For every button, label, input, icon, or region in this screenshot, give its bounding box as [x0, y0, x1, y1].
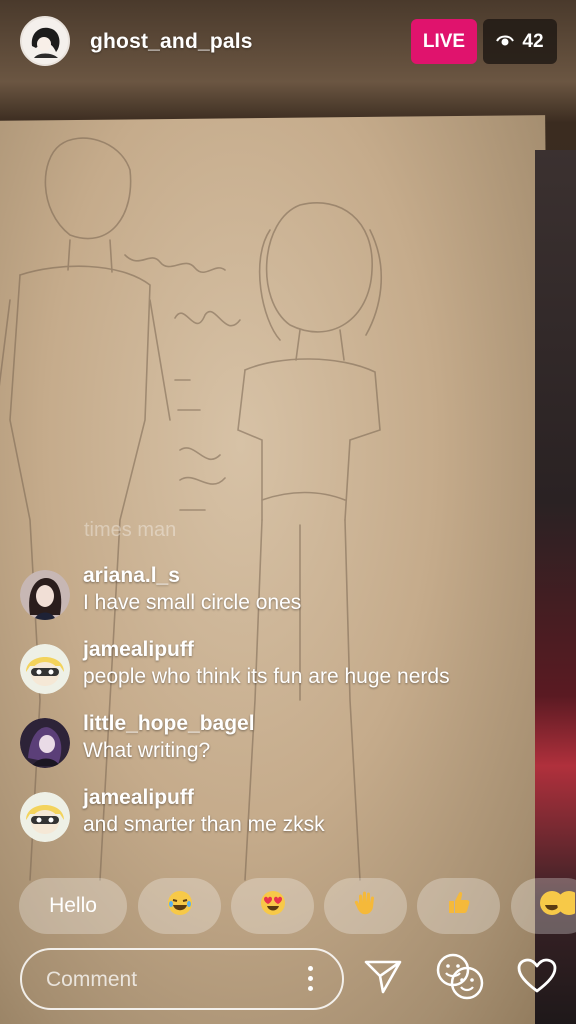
pencil-sketch-drawing	[0, 137, 382, 881]
comment-text: What writing?	[83, 739, 211, 762]
laughing-tears-emoji-icon	[539, 890, 576, 922]
comment-text: I have small circle ones	[83, 591, 302, 614]
laughing-tears-emoji-button[interactable]	[138, 878, 221, 934]
send-button[interactable]	[357, 952, 409, 1004]
send-icon	[363, 956, 403, 1001]
eye-icon	[496, 31, 515, 53]
commenter-avatar[interactable]	[20, 644, 70, 694]
like-button[interactable]	[511, 952, 563, 1004]
heart-icon	[517, 958, 557, 999]
thumbs-up-emoji-button[interactable]	[417, 878, 500, 934]
live-header: ghost_and_pals LIVE 42	[0, 0, 576, 88]
commenter-avatar[interactable]	[20, 718, 70, 768]
laughing-tears-emoji-button[interactable]	[511, 878, 576, 934]
laughing-tears-emoji-icon	[167, 890, 193, 922]
host-username[interactable]: ghost_and_pals	[90, 30, 253, 54]
face-filter-button[interactable]	[434, 952, 486, 1004]
waving-hand-emoji-icon	[353, 890, 379, 922]
comment-input[interactable]	[44, 964, 288, 996]
comment-username[interactable]: jamealipuff	[83, 638, 194, 662]
live-video-background	[0, 0, 576, 1024]
comment-text: and smarter than me zksk	[83, 813, 325, 836]
comment-field[interactable]	[20, 948, 344, 1010]
heart-eyes-emoji-icon	[260, 890, 286, 922]
faded-comment: times man	[84, 519, 177, 541]
comment-username[interactable]: little_hope_bagel	[83, 712, 255, 736]
waving-hand-emoji-button[interactable]	[324, 878, 407, 934]
viewer-count: 42	[522, 30, 544, 52]
live-badge: LIVE	[411, 19, 477, 64]
viewer-count-badge[interactable]: 42	[483, 19, 557, 64]
commenter-avatar[interactable]	[20, 792, 70, 842]
thumbs-up-emoji-icon	[446, 890, 472, 922]
hello-reaction-button[interactable]: Hello	[19, 878, 127, 934]
face-filter-icon	[434, 951, 486, 1006]
commenter-avatar[interactable]	[20, 570, 70, 620]
comment-item: jamealipuff people who think its fun are…	[20, 638, 540, 704]
comment-item: ariana.l_s I have small circle ones	[20, 564, 540, 630]
comment-username[interactable]: ariana.l_s	[83, 564, 180, 588]
comment-item: little_hope_bagel What writing?	[20, 712, 540, 778]
quick-reactions-bar: Hello	[0, 878, 576, 936]
heart-eyes-emoji-button[interactable]	[231, 878, 314, 934]
host-avatar-image	[22, 18, 68, 64]
comment-item: jamealipuff and smarter than me zksk	[20, 786, 540, 852]
more-vertical-icon[interactable]	[308, 966, 314, 994]
host-avatar[interactable]	[20, 16, 70, 66]
comment-text: people who think its fun are huge nerds	[83, 665, 450, 688]
comment-username[interactable]: jamealipuff	[83, 786, 194, 810]
